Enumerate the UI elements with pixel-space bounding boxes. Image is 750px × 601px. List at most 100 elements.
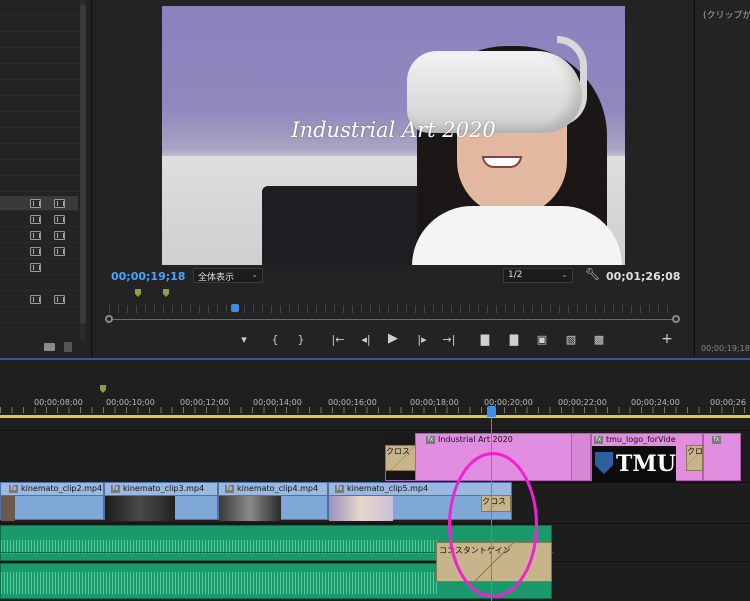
ruler-label: 00;00;12;00	[180, 398, 229, 407]
clip-type-icon	[30, 199, 41, 208]
source-panel-header: (クリップが	[703, 11, 750, 21]
ruler-ticks	[0, 407, 750, 413]
list-item[interactable]	[0, 97, 78, 112]
step-forward-button[interactable]: |▸	[413, 333, 431, 347]
title-overlay: Industrial Art 2020	[291, 118, 496, 142]
monitor-playhead[interactable]	[231, 304, 239, 312]
clip-end[interactable]: fx	[703, 433, 741, 481]
clip-type-icon	[54, 295, 65, 304]
fx-badge-icon: fx	[594, 435, 603, 444]
go-to-in-button[interactable]: |←	[329, 333, 347, 347]
list-item[interactable]	[0, 113, 78, 128]
ruler-label: 00;00;26	[710, 398, 746, 407]
list-item[interactable]	[0, 33, 78, 48]
work-area-bar[interactable]	[0, 415, 750, 418]
add-marker-button[interactable]: ▾	[235, 333, 253, 347]
list-item[interactable]	[0, 49, 78, 64]
clip-type-icon	[54, 247, 65, 256]
clip-thumbnail	[105, 496, 175, 521]
list-item[interactable]	[0, 0, 78, 15]
duration-timecode: 00;01;26;08	[606, 270, 681, 283]
trash-icon[interactable]	[64, 342, 72, 352]
ruler-label: 00;00;18;00	[410, 398, 459, 407]
list-item[interactable]	[0, 145, 78, 160]
lift-icon[interactable]: ▇	[476, 333, 494, 347]
zoom-handle-right[interactable]	[672, 315, 680, 323]
step-back-button[interactable]: ◂|	[357, 333, 375, 347]
zoom-select[interactable]: 全体表示 ⌄	[193, 268, 263, 283]
clip-type-icon	[30, 247, 41, 256]
list-item[interactable]	[0, 276, 78, 291]
clip-header: fx kinemato_clip3.mp4	[105, 483, 217, 496]
clip-thumbnail	[329, 496, 393, 521]
mark-out-button[interactable]: }	[292, 333, 310, 347]
video-clip[interactable]: fx kinemato_clip2.mp4	[0, 482, 104, 521]
extract-icon[interactable]: ▇	[505, 333, 523, 347]
list-item[interactable]	[0, 292, 78, 307]
clip-label: fx tmu_logo_forVide	[594, 435, 676, 444]
toggle-proxies-icon[interactable]: ▩	[590, 333, 608, 347]
timeline-panel: 00;00;08;00 00;00;10;00 00;00;12;00 00;0…	[0, 358, 750, 601]
clip-type-icon	[30, 231, 41, 240]
clip-label: fx kinemato_clip3.mp4	[111, 484, 205, 493]
cross-dissolve-transition[interactable]: クロ	[686, 445, 703, 471]
shield-icon	[595, 452, 613, 474]
fx-badge-icon: fx	[111, 484, 120, 493]
list-item[interactable]	[0, 81, 78, 96]
resolution-select[interactable]: 1/2 ⌄	[503, 268, 573, 283]
timeline-ruler[interactable]: 00;00;08;00 00;00;10;00 00;00;12;00 00;0…	[0, 360, 750, 418]
comparison-view-icon[interactable]: ▧	[562, 333, 580, 347]
chevron-down-icon: ⌄	[561, 270, 568, 279]
wrench-icon[interactable]: 🔧︎	[585, 267, 600, 281]
folder-icon[interactable]	[44, 343, 55, 351]
video-clip[interactable]: fx kinemato_clip3.mp4	[104, 482, 218, 521]
current-timecode[interactable]: 00;00;19;18	[111, 270, 185, 283]
list-item[interactable]	[0, 129, 78, 144]
video-clip[interactable]: fx kinemato_clip4.mp4	[218, 482, 328, 521]
list-item[interactable]	[0, 308, 78, 323]
list-item[interactable]	[0, 17, 78, 32]
ruler-label: 00;00;10;00	[106, 398, 155, 407]
fx-badge-icon: fx	[335, 484, 344, 493]
clip-type-icon	[54, 215, 65, 224]
tmu-logo-thumb: TMU	[592, 446, 676, 482]
zoom-handle-left[interactable]	[105, 315, 113, 323]
list-item[interactable]	[0, 228, 78, 243]
resolution-select-value: 1/2	[508, 270, 523, 280]
tmu-logo-text: TMU	[616, 451, 676, 477]
video-person-smile	[482, 156, 522, 168]
list-item[interactable]	[0, 212, 78, 227]
track-divider	[0, 430, 750, 431]
clip-label: fx kinemato_clip4.mp4	[225, 484, 319, 493]
add-button[interactable]: +	[658, 332, 676, 346]
scrollbar-thumb[interactable]	[80, 4, 86, 324]
program-video-frame[interactable]: Industrial Art 2020	[162, 6, 625, 265]
ruler-label: 00;00;08;00	[34, 398, 83, 407]
audio-waveform	[1, 572, 437, 594]
v1-track: fx kinemato_clip2.mp4 fx kinemato_clip3.mp…	[0, 482, 512, 521]
v2-track: Industrial Art 2020 クロス fxIndustrial Art…	[385, 433, 741, 482]
go-to-out-button[interactable]: →|	[440, 333, 458, 347]
transition-label: クロ	[687, 447, 703, 456]
monitor-time-ruler[interactable]	[109, 305, 675, 313]
list-item[interactable]	[0, 65, 78, 80]
zoom-scrollbar[interactable]	[109, 319, 675, 320]
zoom-select-value: 全体表示	[198, 273, 235, 283]
list-item[interactable]	[0, 196, 78, 211]
ruler-label: 00;00;22;00	[558, 398, 607, 407]
camera-icon[interactable]: ▣	[533, 333, 551, 347]
list-item[interactable]	[0, 244, 78, 259]
clip-type-icon	[30, 215, 41, 224]
mark-in-button[interactable]: {	[266, 333, 284, 347]
play-button[interactable]: ▶	[384, 332, 402, 346]
source-timecode: 00;00;19;18	[701, 344, 750, 353]
clip-label: fx kinemato_clip5.mp4	[335, 484, 429, 493]
list-item[interactable]	[0, 161, 78, 176]
clip-segment[interactable]	[571, 433, 591, 481]
marker-icon[interactable]	[100, 385, 106, 393]
fx-badge-icon: fx	[426, 435, 435, 444]
clip-type-icon	[30, 295, 41, 304]
list-item[interactable]	[0, 177, 78, 192]
list-item[interactable]	[0, 260, 78, 275]
clip-type-icon	[54, 199, 65, 208]
